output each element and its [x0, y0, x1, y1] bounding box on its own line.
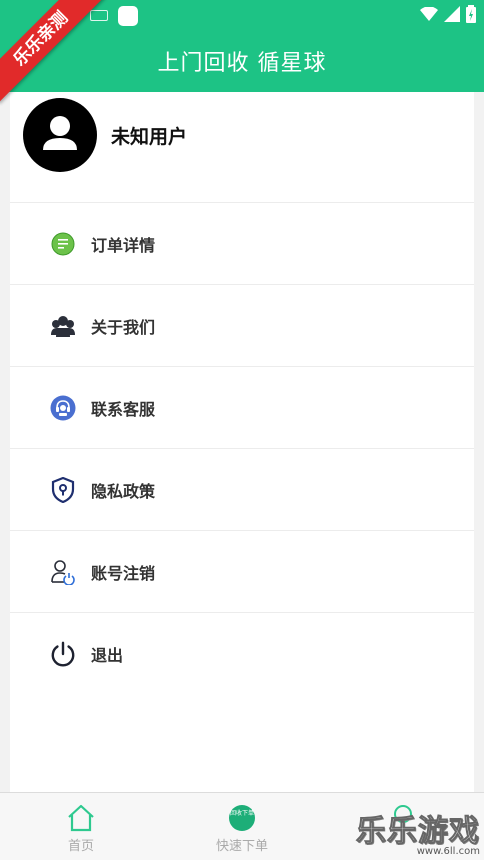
customer-service-icon: [50, 395, 76, 421]
watermark-title: 乐乐游戏: [356, 814, 480, 850]
order-list-icon: [50, 231, 76, 257]
menu-item-privacy-policy[interactable]: 隐私政策: [10, 448, 474, 530]
home-icon: [66, 803, 96, 833]
user-power-icon: [50, 559, 76, 585]
tab-quick-order[interactable]: 回收下单 快速下单: [210, 793, 274, 860]
menu-item-order-details[interactable]: 订单详情: [10, 202, 474, 284]
menu-item-label: 关于我们: [91, 317, 156, 337]
menu-list: 订单详情 关于我们 联系客服 隐私政策 账号注销 退出: [10, 202, 474, 694]
group-icon: [50, 313, 76, 339]
tab-label: 快速下单: [215, 839, 268, 854]
tab-home[interactable]: 首页: [56, 793, 106, 860]
menu-item-about-us[interactable]: 关于我们: [10, 284, 474, 366]
page-title: 上门回收 循星球: [157, 51, 327, 76]
signal-icon: [444, 6, 460, 22]
menu-item-contact-service[interactable]: 联系客服: [10, 366, 474, 448]
username: 未知用户: [111, 126, 188, 148]
corner-ribbon: 乐乐亲测: [0, 0, 110, 110]
menu-item-delete-account[interactable]: 账号注销: [10, 530, 474, 612]
notification-app-icon: [118, 6, 138, 26]
battery-icon: [466, 5, 476, 23]
power-icon: [50, 641, 76, 667]
menu-item-label: 联系客服: [91, 399, 156, 419]
shield-icon: [50, 476, 76, 503]
profile-card: 未知用户 订单详情 关于我们 联系客服 隐私政策 账号注销 退出: [10, 92, 474, 792]
menu-item-label: 退出: [91, 645, 124, 665]
menu-item-logout[interactable]: 退出: [10, 612, 474, 694]
tab-label: 首页: [67, 839, 94, 854]
wifi-icon: [420, 7, 438, 21]
tab-badge-text: 回收下单: [229, 810, 254, 817]
menu-item-label: 隐私政策: [91, 481, 156, 501]
menu-item-label: 订单详情: [91, 235, 156, 255]
recycle-order-icon: [227, 803, 257, 833]
menu-item-label: 账号注销: [91, 563, 156, 583]
watermark: 乐乐游戏 www.6ll.com: [356, 806, 481, 858]
ribbon-label: 乐乐亲测: [0, 0, 105, 103]
